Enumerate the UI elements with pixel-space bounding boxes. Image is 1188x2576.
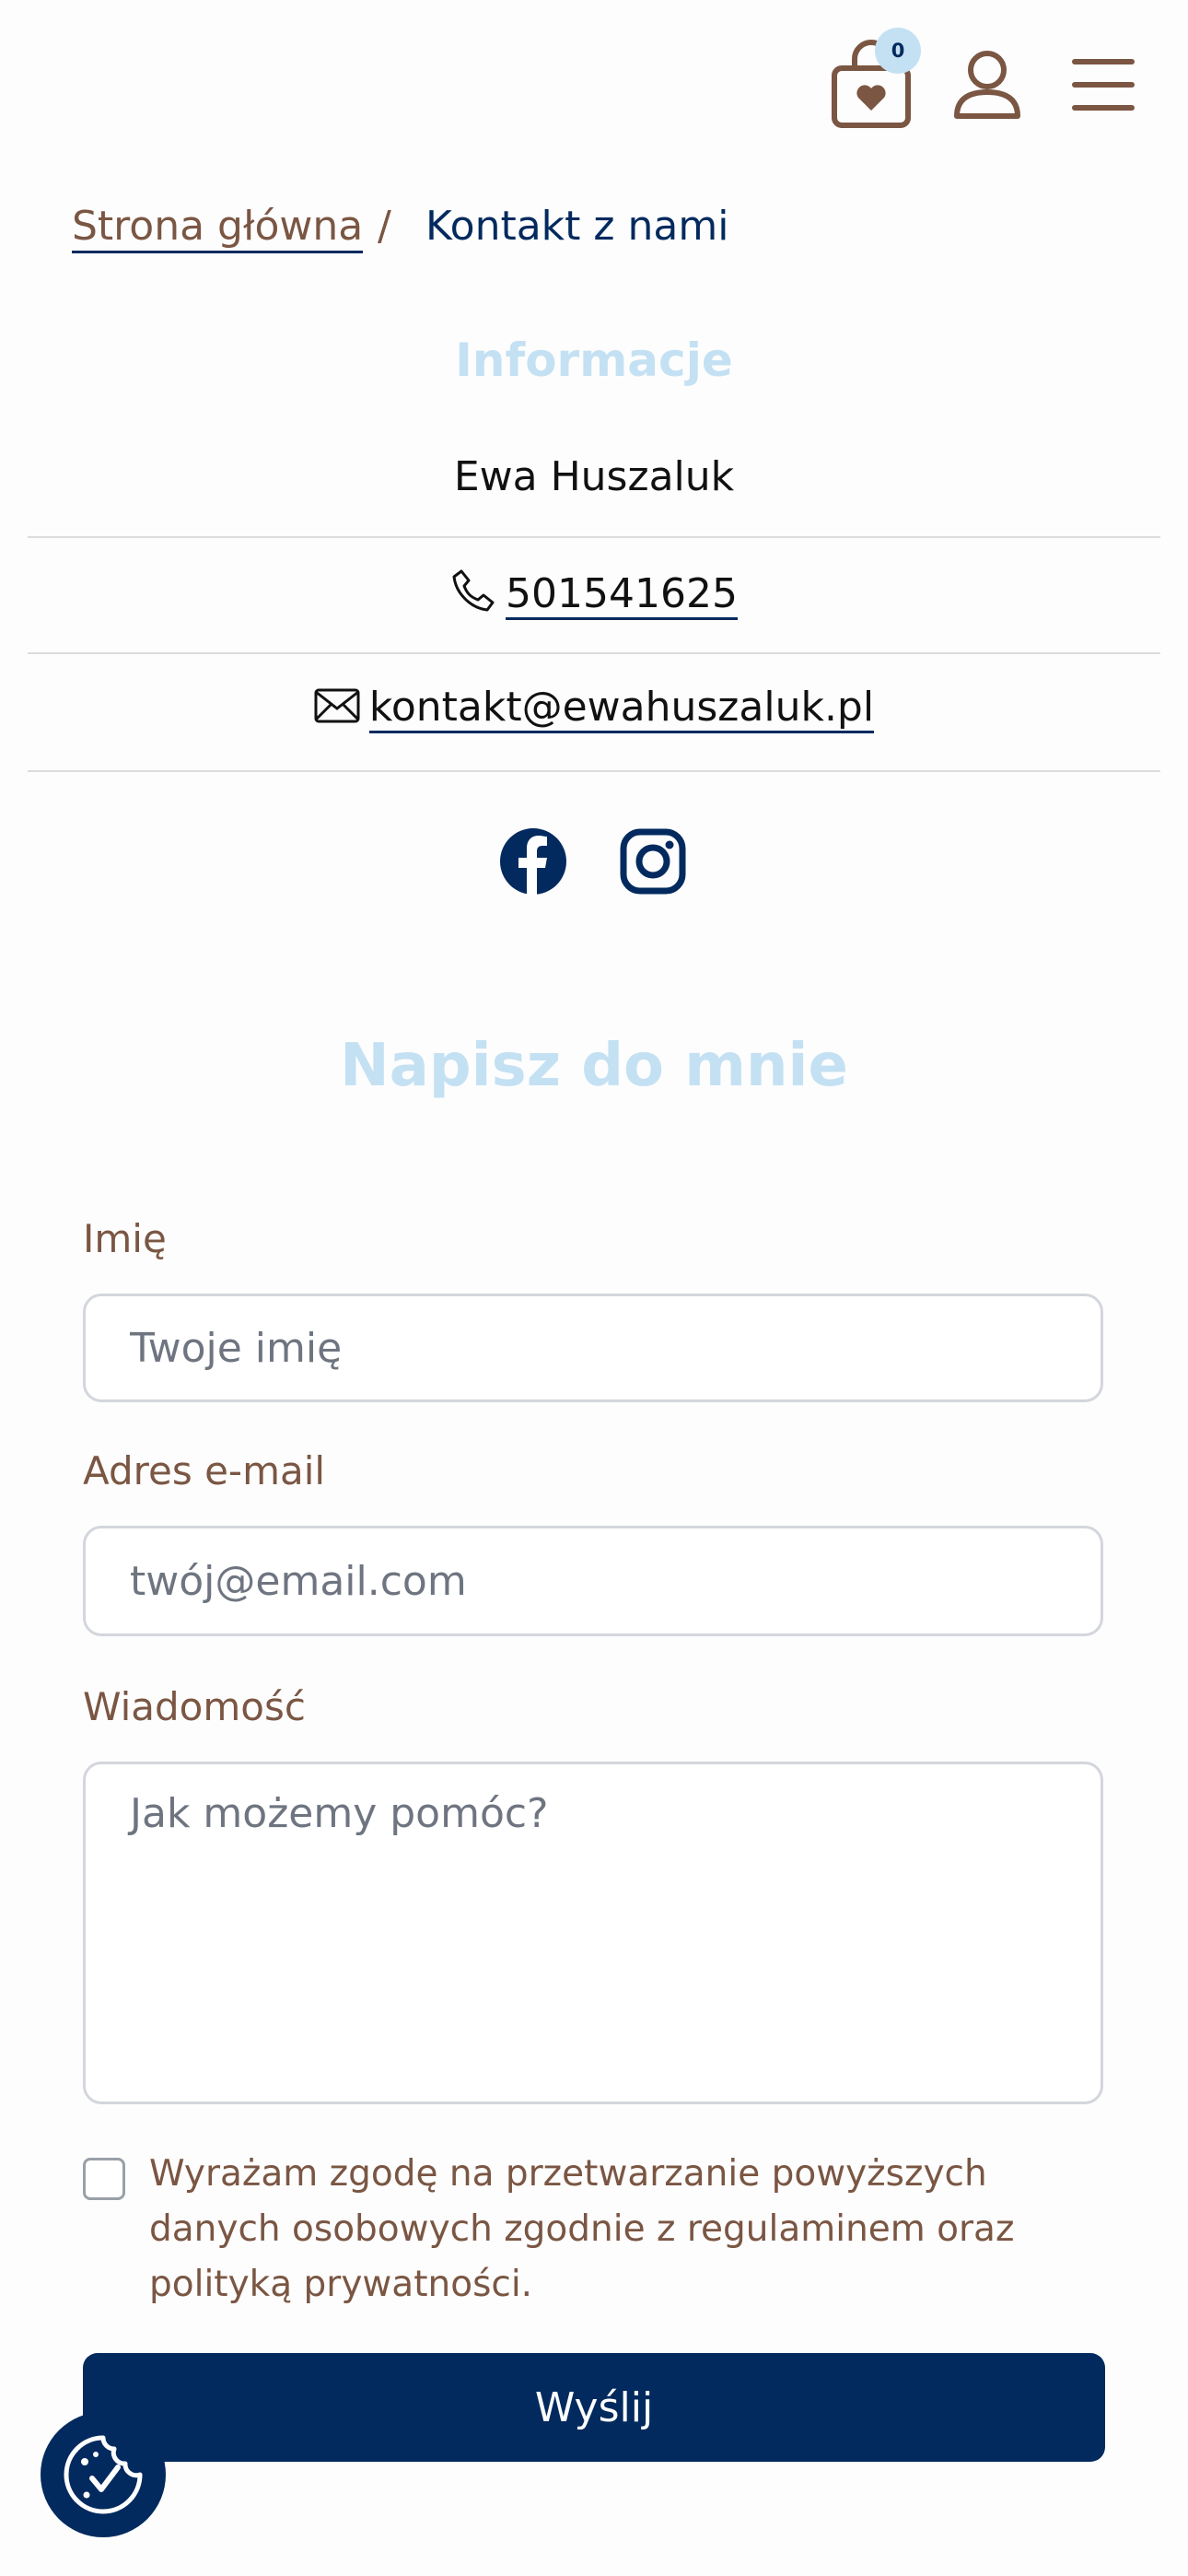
divider (28, 536, 1160, 538)
hamburger-menu-icon (1072, 59, 1135, 111)
account-button[interactable] (952, 50, 1022, 120)
phone-icon (450, 568, 496, 624)
cookie-consent-icon (64, 2435, 143, 2514)
cookie-settings-button[interactable] (41, 2412, 166, 2537)
email-label: Adres e-mail (83, 1448, 326, 1493)
divider (28, 770, 1160, 772)
user-icon (954, 51, 1020, 119)
envelope-icon (314, 686, 360, 733)
instagram-link[interactable] (619, 827, 687, 899)
message-label: Wiadomość (83, 1684, 306, 1729)
phone-link[interactable]: 501541625 (506, 569, 738, 620)
breadcrumb-separator: / (378, 203, 391, 250)
instagram-icon (620, 828, 686, 895)
name-input[interactable] (83, 1294, 1103, 1402)
email-input[interactable] (83, 1526, 1103, 1636)
info-title: Informacje (455, 334, 733, 387)
facebook-icon (500, 828, 566, 896)
submit-button[interactable]: Wyślij (83, 2353, 1105, 2462)
facebook-link[interactable] (499, 827, 567, 899)
consent-text: Wyrażam zgodę na przetwarzanie powyższyc… (149, 2153, 1015, 2305)
cart-count-badge: 0 (875, 28, 921, 74)
breadcrumb-home-link[interactable]: Strona główna (72, 203, 364, 253)
consent-checkbox[interactable] (83, 2158, 125, 2200)
breadcrumb-current: Kontakt z nami (425, 203, 729, 250)
name-label: Imię (83, 1216, 167, 1261)
email-link[interactable]: kontakt@ewahuszaluk.pl (368, 684, 875, 733)
phone-row: 501541625 (0, 568, 1188, 624)
contact-name: Ewa Huszaluk (453, 453, 735, 500)
menu-button[interactable] (1072, 57, 1135, 112)
form-title: Napisz do mnie (340, 1032, 848, 1100)
message-textarea[interactable] (83, 1762, 1103, 2104)
email-row: kontakt@ewahuszaluk.pl (0, 684, 1188, 733)
divider (28, 652, 1160, 654)
